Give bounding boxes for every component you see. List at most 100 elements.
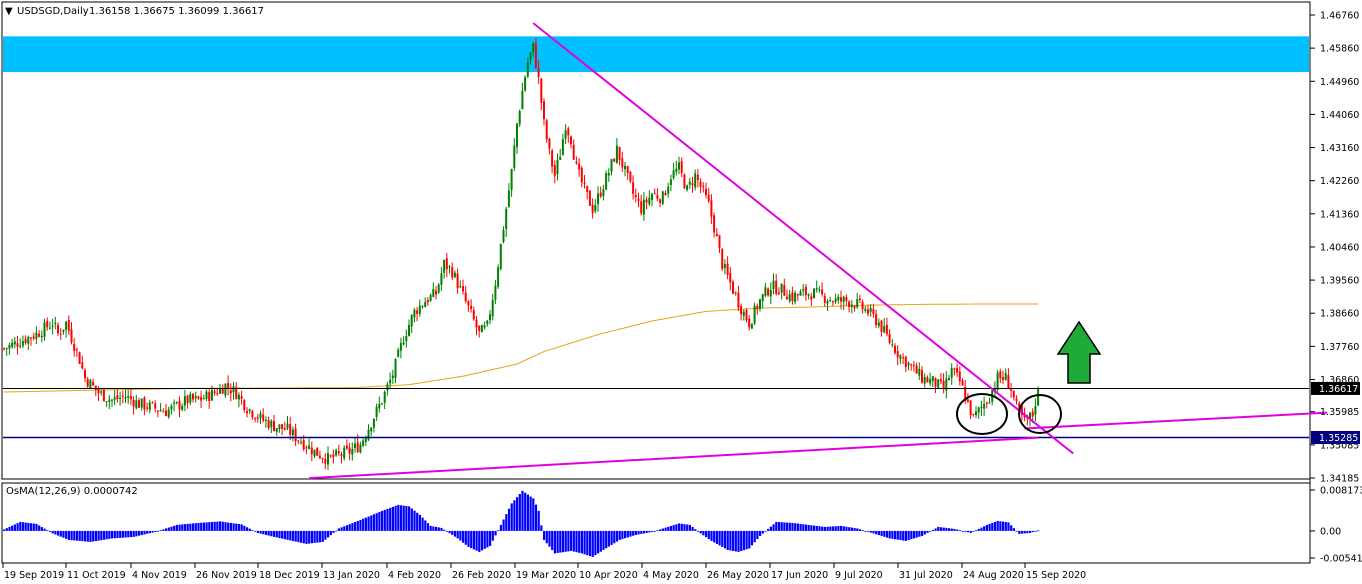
candle-body — [961, 380, 964, 386]
osma-bar — [753, 530, 756, 543]
candle-body — [877, 322, 880, 327]
candle-body — [575, 161, 578, 164]
osma-bar — [912, 530, 916, 539]
candle-body — [729, 272, 732, 283]
osma-bar — [699, 530, 702, 534]
osma-bar — [775, 521, 778, 531]
x-tick-label: 26 May 2020 — [707, 570, 769, 581]
osma-bar — [283, 530, 286, 540]
osma-bar — [370, 515, 373, 531]
candle-body — [256, 417, 259, 419]
osma-bar — [205, 522, 208, 531]
candle-body — [129, 396, 132, 400]
forex-chart[interactable]: 1.46760 1.45860 1.44960 1.44060 1.43160 1.422… — [0, 0, 1362, 584]
candle-body — [86, 378, 89, 387]
candle-body — [734, 292, 737, 294]
y-tick-label: 1.46760 — [1320, 11, 1359, 22]
osma-bar — [707, 530, 710, 540]
osma-bar — [524, 492, 527, 531]
osma-bar — [591, 530, 594, 557]
osma-bar — [13, 524, 16, 531]
candle-body — [910, 364, 913, 366]
osma-bar — [494, 530, 497, 536]
candle-body — [213, 391, 216, 394]
osma-y-tick-label: -0.005410 — [1320, 554, 1362, 565]
candle-body — [480, 325, 483, 333]
collapse-triangle-icon[interactable]: ▼ — [5, 6, 13, 17]
osma-bar — [710, 530, 713, 541]
y-tick-label: 1.38660 — [1320, 309, 1359, 320]
candle-body — [135, 400, 138, 409]
candle-body — [543, 101, 545, 120]
candle-body — [613, 158, 616, 162]
candle-body — [51, 325, 54, 327]
osma-bar — [750, 530, 754, 546]
x-tick-label: 4 May 2020 — [643, 570, 699, 581]
osma-bar — [197, 522, 200, 531]
osma-bar — [529, 496, 532, 531]
osma-bar — [864, 530, 867, 532]
candle-body — [59, 333, 62, 335]
osma-bar — [402, 505, 405, 531]
candle-body — [89, 380, 92, 389]
osma-bar — [777, 522, 781, 531]
candle-body — [686, 185, 689, 190]
candle-body — [748, 318, 751, 328]
osma-bar — [386, 508, 389, 531]
osma-bar — [545, 530, 548, 544]
osma-bar — [124, 530, 127, 538]
candle-body — [826, 301, 829, 304]
candle-body — [659, 199, 662, 203]
osma-bar — [270, 530, 273, 537]
osma-bar — [305, 530, 308, 544]
candle-body — [661, 191, 664, 204]
candle-body — [599, 192, 602, 197]
candle-body — [78, 352, 81, 364]
osma-bar — [629, 530, 632, 537]
osma-bar — [16, 523, 19, 531]
osma-bar — [8, 526, 11, 531]
candle-body — [872, 309, 875, 314]
candle-body — [121, 395, 124, 397]
candle-body — [275, 427, 278, 432]
y-tick-label: 1.42260 — [1320, 176, 1359, 187]
osma-bar — [154, 530, 157, 532]
osma-bar — [453, 530, 457, 537]
candle-body — [510, 169, 513, 190]
osma-bar — [162, 529, 165, 531]
candle-body — [108, 399, 111, 402]
candle-body — [186, 395, 189, 404]
candle-body — [937, 379, 940, 388]
candle-body — [470, 305, 473, 310]
osma-bar — [642, 530, 646, 534]
osma-bar — [489, 530, 492, 546]
osma-bar — [219, 521, 222, 531]
candle-body — [364, 437, 367, 443]
osma-bar — [810, 525, 813, 531]
osma-bar — [186, 523, 189, 531]
osma-bar — [894, 530, 897, 540]
candle-body — [418, 305, 421, 314]
candle-body — [786, 296, 788, 300]
price-pane[interactable] — [1, 1, 1311, 480]
osma-bar — [151, 530, 154, 533]
osma-bar — [1029, 530, 1032, 533]
candle-body — [921, 370, 923, 383]
osma-bar — [264, 530, 268, 535]
osma-bar — [610, 530, 613, 545]
candle-body — [513, 145, 516, 169]
candle-body — [291, 429, 294, 435]
candle-body — [767, 288, 770, 296]
candle-body — [13, 341, 16, 345]
osma-bar — [210, 521, 214, 531]
osma-bar — [958, 530, 961, 532]
candle-body — [391, 375, 394, 379]
candle-body — [799, 291, 802, 296]
candle-body — [988, 402, 991, 404]
candle-body — [100, 391, 103, 393]
candle-body — [788, 294, 791, 301]
osma-bar — [680, 523, 683, 531]
candle-body — [553, 165, 556, 176]
osma-bar — [759, 530, 762, 536]
osma-bar — [837, 526, 840, 531]
